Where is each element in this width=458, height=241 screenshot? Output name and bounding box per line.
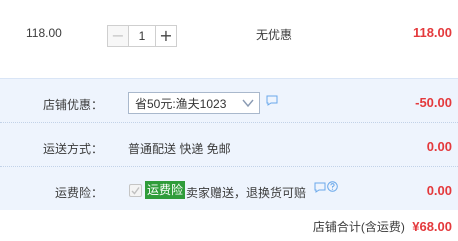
help-icon[interactable] <box>327 181 338 192</box>
shop-total: 店铺合计(含运费) ¥68.00 <box>313 218 452 235</box>
insurance-description: 卖家赠送，退换货可赔 <box>186 186 307 200</box>
shop-total-label: 店铺合计(含运费) <box>312 220 405 234</box>
checkmark-icon <box>131 187 140 195</box>
shop-discount-amount: -50.00 <box>415 95 452 110</box>
coupon-select[interactable]: 省50元:渔夫1023 <box>128 92 260 114</box>
insurance-checkbox[interactable] <box>129 184 142 197</box>
coupon-selected-value: 省50元:渔夫1023 <box>135 96 227 111</box>
insurance-row: 运费险： 运费险 卖家赠送，退换货可赔 0.00 <box>0 167 458 211</box>
quantity-input[interactable]: 1 <box>129 25 155 47</box>
shipping-method: 普通配送 快递 免邮 <box>128 142 231 156</box>
shipping-row: 运送方式： 普通配送 快递 免邮 0.00 <box>0 123 458 167</box>
order-services-panel: 店铺优惠： 省50元:渔夫1023 -50.00 运送方式： 普通配送 快递 免… <box>0 78 458 210</box>
decrease-quantity-button[interactable]: − <box>107 25 129 47</box>
shop-discount-row: 店铺优惠： 省50元:渔夫1023 -50.00 <box>0 79 458 123</box>
shop-total-amount: ¥68.00 <box>412 219 452 234</box>
shop-discount-label: 店铺优惠： <box>42 98 103 112</box>
insurance-label: 运费险： <box>54 186 103 200</box>
insurance-tag: 运费险 <box>145 181 186 199</box>
chevron-down-icon <box>242 99 254 108</box>
shipping-amount: 0.00 <box>426 139 452 154</box>
quantity-stepper[interactable]: − 1 + <box>107 25 177 47</box>
item-total-price: 118.00 <box>412 25 452 40</box>
unit-price: 118.00 <box>26 26 62 40</box>
shipping-label: 运送方式： <box>42 142 103 156</box>
promotion-text: 无优惠 <box>256 28 293 42</box>
insurance-amount: 0.00 <box>426 183 452 198</box>
chat-bubble-icon[interactable] <box>266 95 278 106</box>
chat-bubble-icon[interactable] <box>314 182 326 193</box>
increase-quantity-button[interactable]: + <box>155 25 177 47</box>
cart-item-row: 118.00 − 1 + 无优惠 118.00 <box>0 0 458 60</box>
